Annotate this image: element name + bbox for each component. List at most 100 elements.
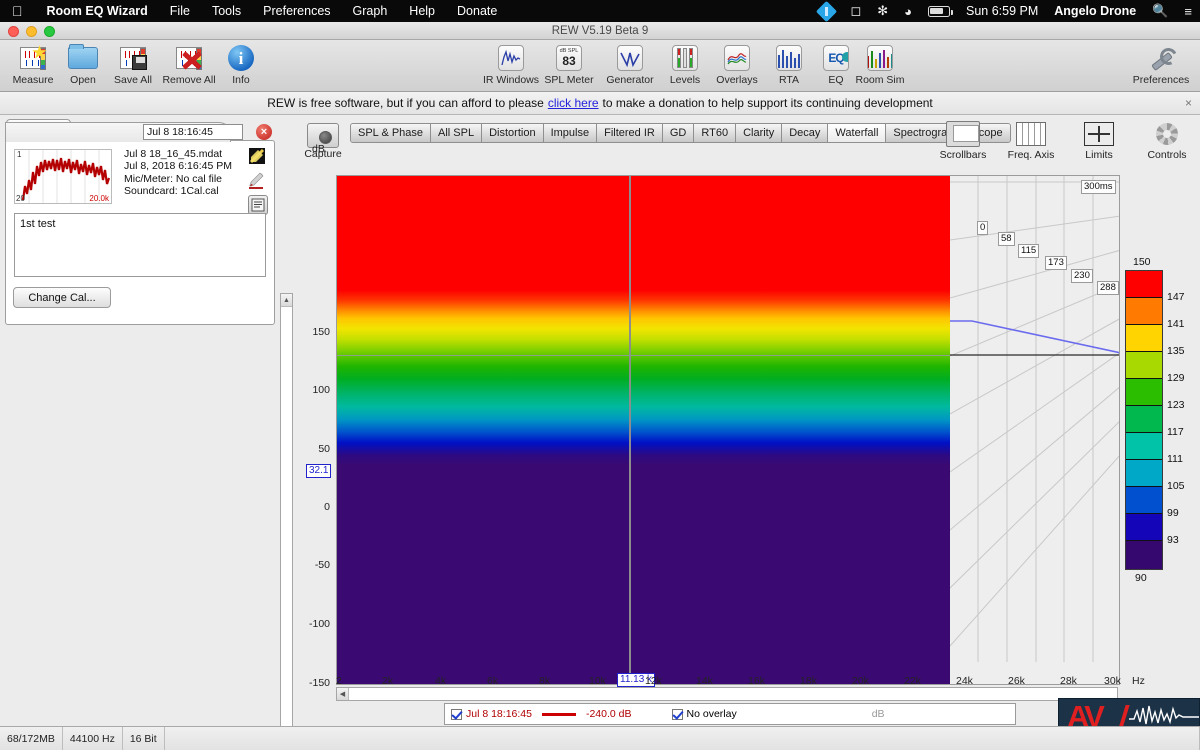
waterfall-surface: [337, 176, 950, 684]
spl-unit-label: dB SPL: [559, 48, 579, 54]
legend-measurement-name[interactable]: Jul 8 18:16:45: [466, 708, 532, 720]
apple-icon[interactable]: : [0, 4, 36, 18]
save-all-label: Save All: [114, 74, 152, 86]
limits-button[interactable]: Limits: [1070, 119, 1128, 161]
battery-icon[interactable]: [920, 5, 958, 17]
measurement-notes[interactable]: 1st test: [14, 213, 266, 277]
legend-unit-label: dB: [871, 708, 885, 720]
legend-tick-111: 111: [1167, 453, 1183, 465]
legend-color-bar: [1125, 270, 1163, 570]
ir-windows-icon: [480, 43, 542, 73]
preferences-button[interactable]: Preferences: [1128, 43, 1194, 86]
spl-meter-button[interactable]: dB SPL 83 SPL Meter: [538, 43, 600, 86]
legend-tick-135: 135: [1167, 345, 1185, 357]
status-bit-depth: 16 Bit: [123, 726, 165, 750]
spl-meter-icon: dB SPL 83: [538, 43, 600, 73]
x-tick-10k: 10k: [589, 675, 606, 687]
thumbnail-xmax: 20.0k: [89, 194, 109, 203]
ir-windows-button[interactable]: IR Windows: [480, 43, 542, 86]
y-cursor-value[interactable]: 32.1: [306, 464, 332, 478]
tab-impulse[interactable]: Impulse: [543, 124, 598, 142]
y-axis-unit-label: dB: [312, 143, 325, 155]
overlay-checkbox[interactable]: [671, 708, 683, 720]
limits-icon: [1070, 119, 1128, 149]
window-controls[interactable]: [8, 26, 55, 37]
room-sim-label: Room Sim: [855, 74, 905, 86]
scroll-up-arrow-icon[interactable]: ▲: [281, 294, 292, 307]
menu-help[interactable]: Help: [398, 4, 446, 18]
donate-link[interactable]: click here: [548, 96, 599, 110]
menu-tools[interactable]: Tools: [201, 4, 252, 18]
x-tick-22k: 22k: [904, 675, 921, 687]
menubar-user[interactable]: Angelo Drone: [1046, 4, 1144, 18]
waterfall-plot[interactable]: [336, 175, 1120, 685]
freq-axis-button[interactable]: Freq. Axis: [1002, 119, 1060, 161]
info-button[interactable]: i Info: [210, 43, 272, 86]
color-scale-legend: 150 147 141 135 129 123 117 111 105 99 9…: [1125, 256, 1185, 584]
menu-graph[interactable]: Graph: [342, 4, 399, 18]
generator-icon: [599, 43, 661, 73]
measurement-card[interactable]: Jul 8 18:16:45 × 1 20 20.0k Jul 8 18_16_…: [5, 122, 275, 325]
menubar-clock[interactable]: Sun 6:59 PM: [958, 4, 1046, 18]
room-sim-button[interactable]: Room Sim: [849, 43, 911, 86]
x-tick-24k: 24k: [956, 675, 973, 687]
tab-waterfall[interactable]: Waterfall: [828, 124, 887, 142]
menu-donate[interactable]: Donate: [446, 4, 508, 18]
edit-chart-icon[interactable]: [248, 147, 268, 167]
legend-offset-value: -240.0 dB: [585, 708, 632, 720]
spl-value: 83: [562, 53, 576, 68]
scrollbars-button[interactable]: Scrollbars: [934, 119, 992, 161]
generator-button[interactable]: Generator: [599, 43, 661, 86]
measurement-legend-strip[interactable]: Jul 8 18:16:45 -240.0 dB No overlay dB: [444, 703, 1016, 725]
notification-center-icon[interactable]: ≡: [1176, 4, 1200, 19]
measurements-scrollbar[interactable]: ▲ ▼: [280, 293, 293, 750]
diamond-blue-icon[interactable]: [811, 0, 842, 22]
legend-segment: [1126, 460, 1162, 487]
change-cal-button[interactable]: Change Cal...: [13, 287, 111, 308]
info-icon: i: [210, 43, 272, 73]
measurement-thumbnail[interactable]: 1 20 20.0k: [14, 149, 112, 204]
tab-distortion[interactable]: Distortion: [482, 124, 544, 142]
close-banner-icon[interactable]: ×: [1185, 96, 1192, 110]
graph-horizontal-scrollbar[interactable]: ◀: [336, 687, 1118, 701]
pencil-icon[interactable]: [248, 171, 268, 191]
save-all-icon: [102, 43, 164, 73]
status-memory: 68/172MB: [0, 726, 63, 750]
delete-measurement-icon[interactable]: ×: [256, 124, 272, 140]
tab-rt60[interactable]: RT60: [694, 124, 737, 142]
thumbnail-xmin: 20: [16, 194, 25, 203]
preferences-wrench-icon: [1128, 43, 1194, 73]
minimize-window-button[interactable]: [26, 26, 37, 37]
controls-button[interactable]: Controls: [1138, 119, 1196, 161]
freq-axis-label: Freq. Axis: [1007, 149, 1055, 161]
search-icon[interactable]: 🔍: [1144, 3, 1176, 19]
notes-icon[interactable]: [248, 195, 268, 215]
measurement-name-input[interactable]: Jul 8 18:16:45: [143, 124, 243, 140]
airplay-icon[interactable]: ◻: [842, 3, 869, 19]
overlay-label: No overlay: [686, 708, 737, 720]
tab-clarity[interactable]: Clarity: [736, 124, 783, 142]
graph-tabs[interactable]: SPL & Phase All SPL Distortion Impulse F…: [350, 123, 1011, 143]
tab-decay[interactable]: Decay: [782, 124, 829, 142]
tab-filtered-ir[interactable]: Filtered IR: [597, 124, 663, 142]
generator-label: Generator: [606, 74, 654, 86]
x-tick-2: 2: [336, 675, 342, 687]
menu-file[interactable]: File: [159, 4, 201, 18]
save-all-button[interactable]: Save All: [102, 43, 164, 86]
x-tick-20k: 20k: [852, 675, 869, 687]
measurement-visibility-checkbox[interactable]: [451, 708, 462, 720]
status-message-area: [165, 726, 1200, 750]
wifi-icon[interactable]: ◕: [896, 4, 920, 19]
app-name-menu[interactable]: Room EQ Wizard: [36, 4, 159, 18]
menu-preferences[interactable]: Preferences: [252, 4, 341, 18]
banner-text-before: REW is free software, but if you can aff…: [267, 96, 544, 110]
close-window-button[interactable]: [8, 26, 19, 37]
tab-gd[interactable]: GD: [662, 124, 695, 142]
scroll-left-arrow-icon[interactable]: ◀: [337, 688, 349, 700]
window-title-bar: REW V5.19 Beta 9: [0, 22, 1200, 40]
tab-all-spl[interactable]: All SPL: [431, 124, 483, 142]
maximize-window-button[interactable]: [44, 26, 55, 37]
controls-gear-icon: [1138, 119, 1196, 149]
audio-midi-icon[interactable]: ✻: [869, 3, 896, 19]
tab-spl-phase[interactable]: SPL & Phase: [351, 124, 432, 142]
